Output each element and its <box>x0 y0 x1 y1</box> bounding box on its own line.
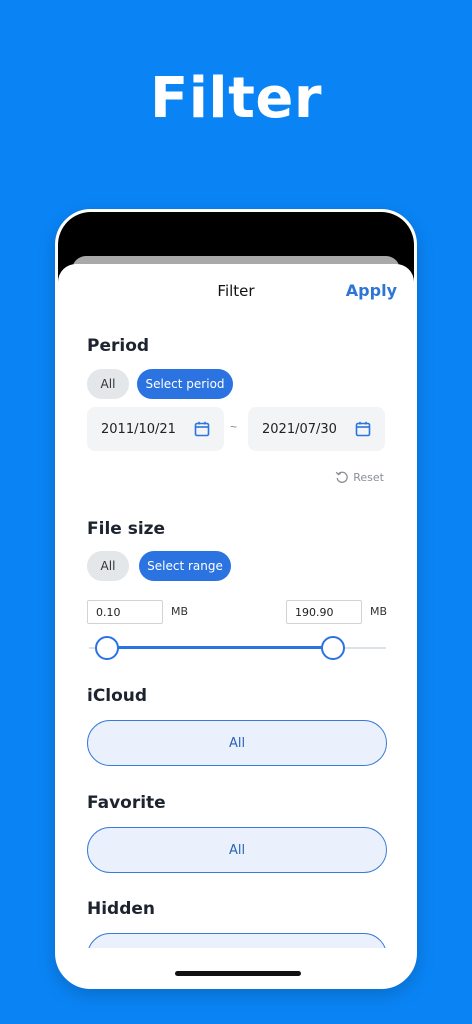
size-slider-max-handle[interactable] <box>320 636 345 660</box>
home-indicator <box>175 971 301 976</box>
max-size-input[interactable]: 190.90 <box>286 600 362 624</box>
icloud-title: iCloud <box>87 686 148 706</box>
calendar-icon[interactable] <box>355 421 371 437</box>
phone-frame: Filter Apply Period All Select period 20… <box>55 209 417 989</box>
size-slider-min-handle[interactable] <box>94 636 119 660</box>
size-slider-fill <box>106 646 333 649</box>
reset-button[interactable]: Reset <box>335 470 384 484</box>
hidden-title: Hidden <box>87 899 156 919</box>
favorite-title: Favorite <box>87 793 166 813</box>
hero-title: Filter <box>149 66 322 131</box>
select-period-chip[interactable]: Select period <box>137 369 233 399</box>
period-all-chip[interactable]: All <box>87 369 129 399</box>
file-size-title: File size <box>87 519 166 539</box>
favorite-select[interactable]: All <box>87 827 387 873</box>
icloud-select[interactable]: All <box>87 720 387 766</box>
sheet-bottom-mask <box>58 948 414 986</box>
file-size-all-chip[interactable]: All <box>87 551 129 581</box>
start-date-value: 2011/10/21 <box>101 421 176 437</box>
date-range-separator: ~ <box>230 420 238 434</box>
select-range-chip[interactable]: Select range <box>139 551 231 581</box>
min-size-unit: MB <box>171 605 189 618</box>
apply-button[interactable]: Apply <box>346 281 397 300</box>
max-size-unit: MB <box>370 605 388 618</box>
reset-icon <box>335 471 349 483</box>
end-date-value: 2021/07/30 <box>262 421 337 437</box>
end-date-field[interactable]: 2021/07/30 <box>248 407 385 451</box>
start-date-field[interactable]: 2011/10/21 <box>87 407 224 451</box>
reset-label: Reset <box>353 470 384 484</box>
calendar-icon[interactable] <box>194 421 210 437</box>
filter-sheet: Filter Apply Period All Select period 20… <box>58 264 414 986</box>
min-size-input[interactable]: 0.10 <box>87 600 163 624</box>
period-title: Period <box>87 336 150 356</box>
sheet-header: Filter Apply <box>58 264 414 320</box>
